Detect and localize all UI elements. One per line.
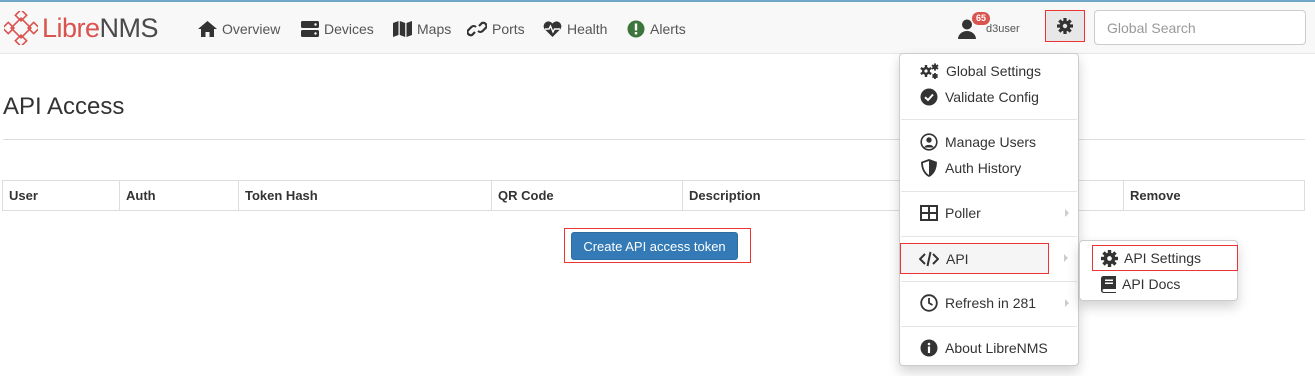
menu-divider xyxy=(901,236,1077,237)
notification-badge: 65 xyxy=(972,12,991,25)
nav-ports[interactable]: Ports xyxy=(467,18,525,40)
nav-maps-label: Maps xyxy=(417,21,452,37)
info-circle-icon xyxy=(920,339,938,357)
heartbeat-icon xyxy=(543,21,562,37)
cogs-icon xyxy=(920,63,939,79)
home-icon xyxy=(198,21,217,37)
menu-item-label: Auth History xyxy=(945,160,1022,176)
menu-item-label: Validate Config xyxy=(945,89,1039,105)
column-header-description[interactable]: Description xyxy=(682,181,902,211)
column-header-user[interactable]: User xyxy=(2,181,119,211)
logo-mark-icon xyxy=(4,11,38,45)
create-token-highlight: Create API access token xyxy=(564,228,751,263)
nav-alerts[interactable]: Alerts xyxy=(627,18,686,40)
column-header-qr-code[interactable]: QR Code xyxy=(491,181,682,211)
submenu-item-label: API Docs xyxy=(1122,276,1181,292)
submenu-caret-icon xyxy=(1064,254,1068,262)
librenms-logo[interactable]: LibreNMS xyxy=(4,11,159,45)
menu-item-auth-history[interactable]: Auth History xyxy=(901,156,1077,180)
nav-devices-label: Devices xyxy=(324,21,374,37)
book-icon xyxy=(1101,275,1116,293)
settings-dropdown-menu: Global Settings Validate Config Manage U… xyxy=(899,53,1079,366)
menu-item-label: API xyxy=(946,250,969,267)
nav-health[interactable]: Health xyxy=(543,18,607,40)
column-header-token-hash[interactable]: Token Hash xyxy=(238,181,491,211)
api-submenu: API Settings API Docs xyxy=(1079,240,1238,301)
menu-item-label: Poller xyxy=(945,205,981,221)
submenu-caret-icon xyxy=(1065,209,1069,217)
menu-item-about[interactable]: About LibreNMS xyxy=(901,336,1077,360)
menu-item-label: Global Settings xyxy=(946,63,1041,79)
brand-nms: NMS xyxy=(99,13,159,43)
create-api-token-button[interactable]: Create API access token xyxy=(571,232,738,260)
page-title: API Access xyxy=(3,93,125,120)
menu-item-api[interactable]: API xyxy=(900,243,1076,274)
menu-item-label: Refresh in 281 xyxy=(945,295,1037,311)
menu-divider xyxy=(901,191,1077,192)
nav-overview[interactable]: Overview xyxy=(198,18,280,40)
nav-health-label: Health xyxy=(567,21,608,37)
menu-item-manage-users[interactable]: Manage Users xyxy=(901,130,1077,154)
shield-icon xyxy=(921,159,937,177)
title-divider xyxy=(3,139,1305,140)
table-icon xyxy=(920,205,938,221)
check-circle-icon xyxy=(920,88,938,106)
top-navbar: LibreNMS Overview Devices Maps Ports Hea… xyxy=(0,0,1315,54)
nav-overview-label: Overview xyxy=(222,21,281,37)
menu-item-poller[interactable]: Poller xyxy=(901,201,1077,225)
menu-item-label: Manage Users xyxy=(945,134,1037,150)
column-header-remove[interactable]: Remove xyxy=(1123,181,1305,211)
menu-divider xyxy=(901,326,1077,327)
gear-icon xyxy=(1101,249,1118,267)
submenu-item-api-settings[interactable]: API Settings xyxy=(1092,245,1238,271)
menu-item-refresh[interactable]: Refresh in 281 xyxy=(901,291,1077,315)
submenu-caret-icon xyxy=(1065,299,1069,307)
column-header-auth[interactable]: Auth xyxy=(119,181,238,211)
submenu-item-api-docs[interactable]: API Docs xyxy=(1080,271,1237,297)
exclamation-circle-icon xyxy=(627,20,645,38)
nav-ports-label: Ports xyxy=(492,21,525,37)
nav-devices[interactable]: Devices xyxy=(301,18,374,40)
menu-divider xyxy=(901,119,1077,120)
nav-maps[interactable]: Maps xyxy=(393,18,451,40)
nav-alerts-label: Alerts xyxy=(650,21,686,37)
user-menu[interactable]: 65 d3user xyxy=(958,12,1020,44)
brand-libre: Libre xyxy=(42,13,100,43)
user-circle-icon xyxy=(920,133,938,151)
username: d3user xyxy=(986,23,1020,35)
menu-item-global-settings[interactable]: Global Settings xyxy=(901,59,1077,83)
global-search-input[interactable] xyxy=(1094,10,1306,45)
brand-name: LibreNMS xyxy=(42,13,159,43)
api-tokens-table: User Auth Token Hash QR Code Description… xyxy=(2,180,1305,211)
map-icon xyxy=(393,21,412,37)
link-icon xyxy=(467,21,487,37)
settings-gear-button[interactable] xyxy=(1045,10,1085,42)
submenu-item-label: API Settings xyxy=(1124,250,1202,266)
gear-icon xyxy=(1057,18,1073,34)
code-icon xyxy=(919,251,939,266)
menu-divider xyxy=(901,281,1077,282)
menu-item-validate-config[interactable]: Validate Config xyxy=(901,85,1077,109)
menu-item-label: About LibreNMS xyxy=(945,340,1048,356)
clock-icon xyxy=(920,294,938,312)
server-icon xyxy=(301,21,319,37)
